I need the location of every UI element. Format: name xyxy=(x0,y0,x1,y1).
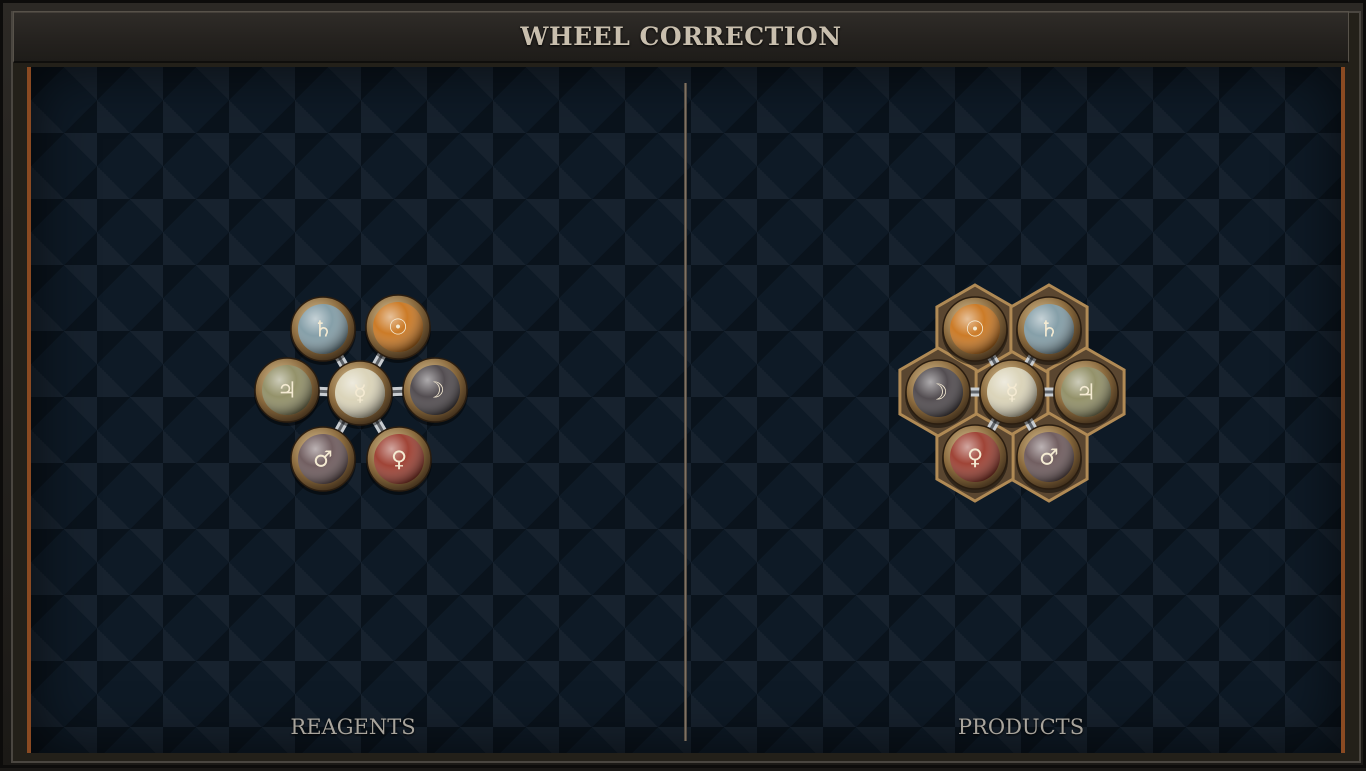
copper-symbol: ♀ xyxy=(391,448,407,473)
title-bar: WHEEL CORRECTION xyxy=(13,11,1349,63)
atom-copper[interactable]: ♀ xyxy=(366,426,432,495)
atom-gold[interactable]: ☉ xyxy=(365,294,431,363)
salt-symbol: ♄ xyxy=(313,318,333,343)
silver-symbol: ☽ xyxy=(928,381,948,406)
atom-copper[interactable]: ♀ xyxy=(942,424,1008,493)
tin-symbol: ♃ xyxy=(1076,381,1096,406)
atom-silver[interactable]: ☽ xyxy=(402,357,468,426)
silver-symbol: ☽ xyxy=(425,379,445,404)
gold-symbol: ☉ xyxy=(965,318,985,343)
gold-symbol: ☉ xyxy=(388,316,408,341)
iron-symbol: ♂ xyxy=(1039,446,1059,471)
atom-silver[interactable]: ☽ xyxy=(905,359,971,428)
quicksilver-symbol: ☿ xyxy=(1005,381,1019,406)
tin-symbol: ♃ xyxy=(277,379,297,404)
atom-iron[interactable]: ♂ xyxy=(290,426,356,495)
game-window-frame: WHEEL CORRECTION REAGENTS PRODUCTS ☿ ♄ ☉ ☽ ♀… xyxy=(0,0,1366,768)
atom-tin[interactable]: ♃ xyxy=(1053,359,1119,428)
quicksilver-symbol: ☿ xyxy=(353,382,367,407)
iron-symbol: ♂ xyxy=(313,448,333,473)
atom-salt[interactable]: ♄ xyxy=(1016,296,1082,365)
atom-gold[interactable]: ☉ xyxy=(942,296,1008,365)
reagents-label: REAGENTS xyxy=(290,715,416,739)
atom-quicksilver[interactable]: ☿ xyxy=(979,359,1045,428)
copper-symbol: ♀ xyxy=(967,446,983,471)
atom-salt[interactable]: ♄ xyxy=(290,296,356,365)
panel-divider xyxy=(684,83,687,741)
atom-quicksilver[interactable]: ☿ xyxy=(327,360,393,429)
atom-tin[interactable]: ♃ xyxy=(254,357,320,426)
puzzle-title: WHEEL CORRECTION xyxy=(520,22,842,51)
products-label: PRODUCTS xyxy=(957,715,1085,739)
atom-iron[interactable]: ♂ xyxy=(1016,424,1082,493)
salt-symbol: ♄ xyxy=(1039,318,1059,343)
